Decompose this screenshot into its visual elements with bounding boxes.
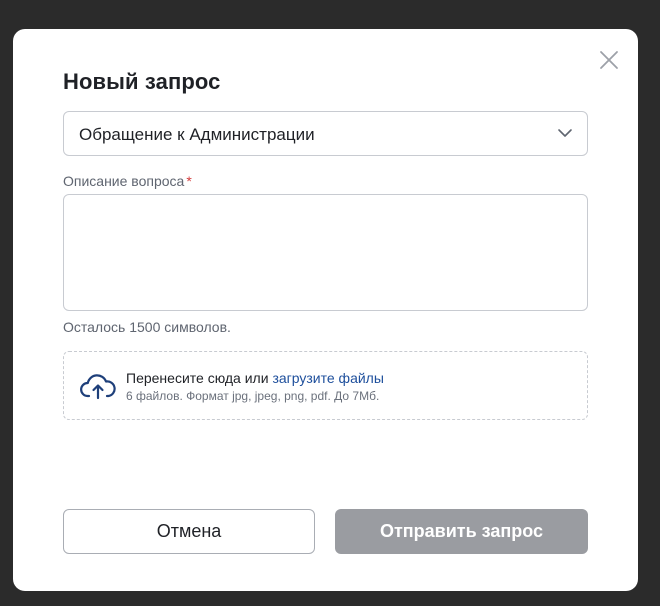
description-textarea[interactable] (63, 194, 588, 311)
close-icon (600, 51, 618, 69)
close-button[interactable] (598, 49, 620, 71)
request-type-select[interactable]: Обращение к Администрации (63, 111, 588, 156)
required-mark: * (186, 173, 192, 189)
chevron-down-icon (558, 129, 572, 137)
dropzone-drop-text: Перенесите сюда или (126, 370, 269, 386)
request-type-value: Обращение к Администрации (79, 125, 315, 144)
new-request-dialog: Новый запрос Обращение к Администрации О… (13, 29, 638, 591)
cloud-upload-icon (80, 374, 116, 400)
dropzone-text: Перенесите сюда или загрузите файлы (126, 370, 384, 386)
description-label: Описание вопроса * (63, 173, 192, 189)
description-label-text: Описание вопроса (63, 173, 185, 189)
upload-files-link[interactable]: загрузите файлы (272, 370, 383, 386)
cancel-button[interactable]: Отмена (63, 509, 315, 554)
dialog-title: Новый запрос (63, 69, 221, 94)
dropzone-hint: 6 файлов. Формат jpg, jpeg, png, pdf. До… (126, 389, 380, 403)
submit-request-button[interactable]: Отправить запрос (335, 509, 588, 554)
chars-left-counter: Осталось 1500 символов. (63, 319, 231, 335)
file-dropzone[interactable]: Перенесите сюда или загрузите файлы 6 фа… (63, 351, 588, 420)
